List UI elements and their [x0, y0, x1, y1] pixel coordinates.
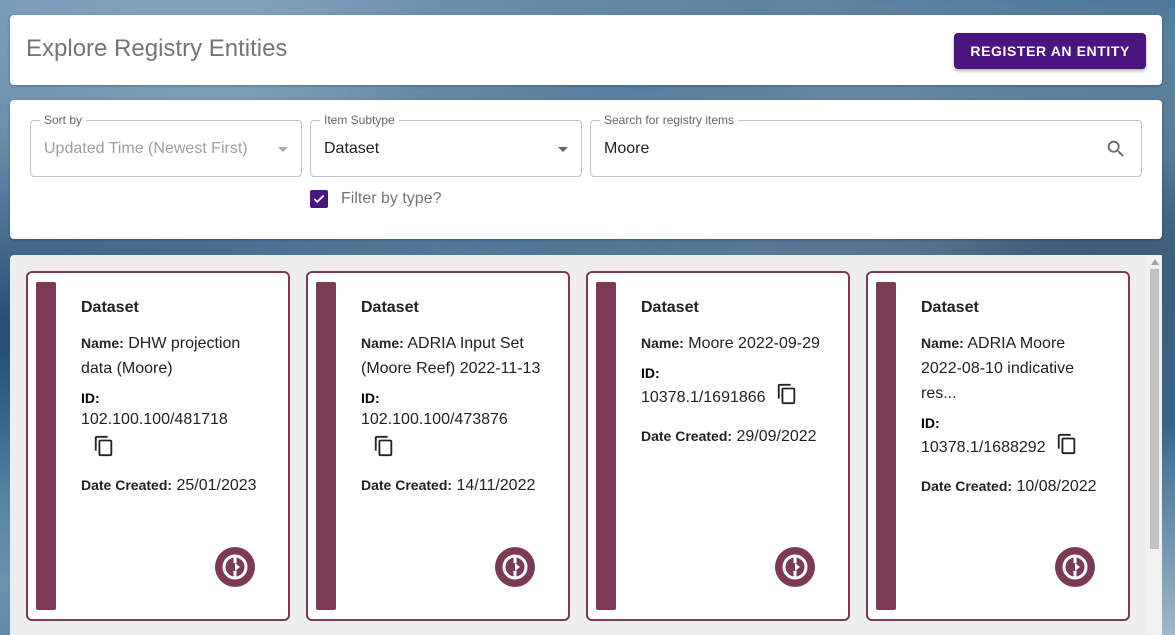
- dropdown-arrow-icon: [558, 147, 568, 152]
- copy-icon[interactable]: [776, 382, 798, 414]
- results-scrollbar[interactable]: [1147, 255, 1162, 635]
- card-date: Date Created: 10/08/2022: [921, 474, 1101, 499]
- entity-card[interactable]: Dataset Name: Moore 2022-09-29 ID: 10378…: [586, 271, 850, 621]
- sort-by-label: Sort by: [40, 113, 87, 127]
- header-panel: Explore Registry Entities REGISTER AN EN…: [10, 15, 1162, 85]
- card-id-row: 10378.1/1691866: [641, 382, 821, 414]
- copy-icon[interactable]: [1056, 432, 1078, 464]
- card-name-key: Name:: [921, 335, 964, 351]
- card-accent-stripe: [36, 282, 56, 610]
- card-name-value: Moore 2022-09-29: [688, 335, 820, 352]
- item-subtype-label: Item Subtype: [320, 113, 399, 127]
- card-date-value: 10/08/2022: [1016, 478, 1097, 495]
- entity-card[interactable]: Dataset Name: DHW projection data (Moore…: [26, 271, 290, 621]
- card-content: Dataset Name: ADRIA Input Set (Moore Ree…: [361, 299, 541, 498]
- card-accent-stripe: [596, 282, 616, 610]
- card-date-key: Date Created:: [361, 477, 453, 493]
- card-name-key: Name:: [641, 335, 684, 351]
- scroll-thumb[interactable]: [1150, 269, 1159, 549]
- card-content: Dataset Name: DHW projection data (Moore…: [81, 299, 261, 498]
- filter-by-type-label: Filter by type?: [341, 190, 442, 207]
- card-date-value: 14/11/2022: [456, 477, 536, 494]
- card-id-key: ID:: [641, 365, 660, 381]
- card-content: Dataset Name: Moore 2022-09-29 ID: 10378…: [641, 299, 821, 449]
- checkbox-checked-icon[interactable]: [310, 190, 328, 208]
- dropdown-arrow-icon: [278, 147, 288, 152]
- item-subtype-select[interactable]: Item Subtype Dataset: [310, 113, 582, 177]
- card-type: Dataset: [81, 299, 139, 316]
- card-type: Dataset: [361, 299, 419, 316]
- card-id-value: 102.100.100/481718: [81, 411, 228, 428]
- filter-by-type-row[interactable]: Filter by type?: [310, 189, 441, 209]
- card-type: Dataset: [921, 299, 979, 316]
- card-date: Date Created: 14/11/2022: [361, 473, 541, 498]
- card-id-value: 102.100.100/473876: [361, 411, 508, 428]
- view-entity-icon[interactable]: [775, 547, 815, 587]
- search-value: Moore: [604, 140, 650, 157]
- search-label: Search for registry items: [600, 113, 739, 127]
- view-entity-icon[interactable]: [215, 547, 255, 587]
- entity-card[interactable]: Dataset Name: ADRIA Input Set (Moore Ree…: [306, 271, 570, 621]
- card-id-key: ID:: [921, 415, 940, 431]
- card-accent-stripe: [316, 282, 336, 610]
- copy-icon[interactable]: [93, 434, 261, 463]
- card-date-value: 29/09/2022: [736, 428, 817, 445]
- page-title: Explore Registry Entities: [26, 35, 288, 62]
- card-type: Dataset: [641, 299, 699, 316]
- card-id-key: ID:: [361, 390, 380, 406]
- search-icon[interactable]: [1105, 138, 1127, 165]
- card-date-key: Date Created:: [921, 478, 1013, 494]
- card-date-key: Date Created:: [81, 477, 173, 493]
- entity-card[interactable]: Dataset Name: ADRIA Moore 2022-08-10 ind…: [866, 271, 1130, 621]
- search-input[interactable]: Search for registry items Moore: [590, 113, 1142, 177]
- card-name: Name: ADRIA Moore 2022-08-10 indicative …: [921, 331, 1101, 406]
- view-entity-icon[interactable]: [1055, 547, 1095, 587]
- sort-by-value: Updated Time (Newest First): [44, 140, 248, 157]
- card-id-row: 10378.1/1688292: [921, 432, 1101, 464]
- card-id-value: 10378.1/1691866: [641, 389, 766, 407]
- card-date-key: Date Created:: [641, 428, 733, 444]
- filter-panel: Sort by Updated Time (Newest First) Item…: [10, 100, 1162, 239]
- card-name: Name: DHW projection data (Moore): [81, 331, 261, 381]
- card-id-value: 10378.1/1688292: [921, 439, 1046, 457]
- copy-icon[interactable]: [373, 434, 541, 463]
- card-date: Date Created: 25/01/2023: [81, 473, 261, 498]
- card-content: Dataset Name: ADRIA Moore 2022-08-10 ind…: [921, 299, 1101, 499]
- card-accent-stripe: [876, 282, 896, 610]
- card-name: Name: ADRIA Input Set (Moore Reef) 2022-…: [361, 331, 541, 381]
- view-entity-icon[interactable]: [495, 547, 535, 587]
- card-name-key: Name:: [361, 335, 404, 351]
- card-date-value: 25/01/2023: [176, 477, 257, 494]
- card-id-key: ID:: [81, 390, 100, 406]
- card-name: Name: Moore 2022-09-29: [641, 331, 821, 356]
- register-entity-button[interactable]: REGISTER AN ENTITY: [954, 33, 1146, 69]
- sort-by-select[interactable]: Sort by Updated Time (Newest First): [30, 113, 302, 177]
- card-name-key: Name:: [81, 335, 124, 351]
- scroll-up-icon[interactable]: [1151, 259, 1159, 265]
- card-date: Date Created: 29/09/2022: [641, 424, 821, 449]
- item-subtype-value: Dataset: [324, 140, 380, 157]
